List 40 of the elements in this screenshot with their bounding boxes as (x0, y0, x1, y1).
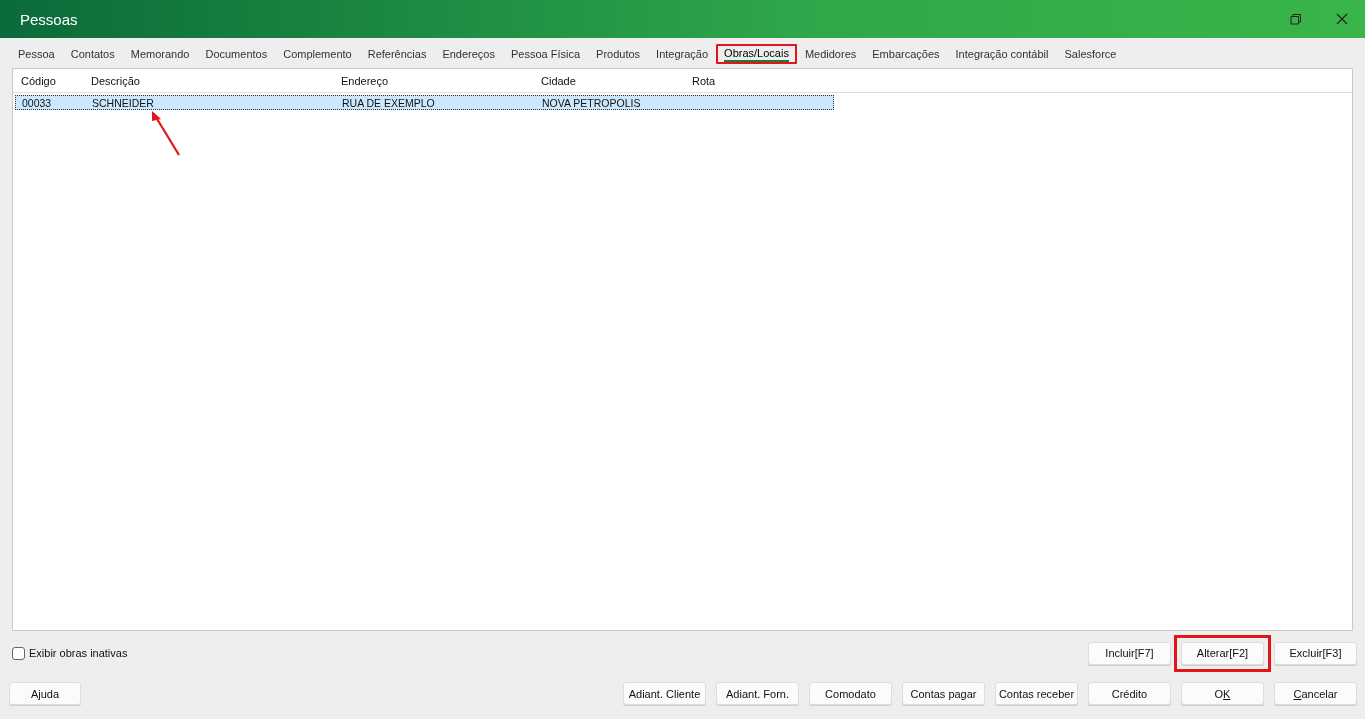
tab[interactable]: Complemento (275, 44, 360, 64)
tab[interactable]: Pessoa (10, 44, 63, 64)
tab[interactable]: Medidores (796, 44, 865, 64)
tab[interactable]: Pessoa Física (503, 44, 589, 64)
tab[interactable]: Produtos (588, 44, 649, 64)
tab[interactable]: Contatos (62, 44, 123, 64)
tab[interactable]: Documentos (197, 44, 276, 64)
checkbox-label[interactable]: Exibir obras inativas (29, 647, 128, 659)
column-header: Descrição (91, 74, 141, 87)
footer-button[interactable]: Comodato (809, 682, 892, 705)
window-title: Pessoas (20, 10, 79, 28)
footer-button[interactable]: Cancelar (1274, 682, 1357, 705)
column-header: Endereço (341, 74, 390, 87)
footer-button[interactable]: Contas receber (995, 682, 1078, 705)
tab[interactable]: Referências (359, 44, 435, 64)
tab[interactable]: Integração (648, 44, 717, 64)
action-button[interactable]: Incluir[F7] (1088, 641, 1171, 665)
tab[interactable]: Memorando (122, 44, 198, 64)
footer-button[interactable]: Adiant. Forn. (716, 682, 799, 705)
checkbox[interactable] (12, 646, 25, 660)
table-cell-text: 00033 (22, 96, 53, 109)
tab[interactable]: Integração contábil (947, 44, 1057, 64)
table-cell-text: NOVA PETROPOLIS (542, 96, 642, 109)
column-header: Código (21, 74, 57, 87)
tab[interactable]: Endereços (434, 44, 503, 64)
tab[interactable]: Embarcações (864, 44, 948, 64)
table-row[interactable]: 00033 SCHNEIDER RUA DE EXEMPLO NOVA PETROPOLIS (15, 95, 834, 110)
tab[interactable]: Obras/Locais (716, 44, 797, 64)
help-button[interactable]: Ajuda (9, 682, 81, 705)
tab[interactable]: Salesforce (1056, 44, 1125, 64)
table-cell-text: RUA DE EXEMPLO (342, 96, 436, 109)
table-cell-text: SCHNEIDER (92, 96, 155, 109)
footer-button[interactable]: Adiant. Cliente (623, 682, 706, 705)
column-header: Cidade (541, 74, 577, 87)
footer-button[interactable]: Contas pagar (902, 682, 985, 705)
action-button[interactable]: Alterar[F2] (1181, 641, 1264, 665)
footer-button[interactable]: OK (1181, 682, 1264, 705)
footer-button[interactable]: Crédito (1088, 682, 1171, 705)
action-button[interactable]: Excluir[F3] (1274, 641, 1357, 665)
column-header: Rota (692, 74, 717, 87)
